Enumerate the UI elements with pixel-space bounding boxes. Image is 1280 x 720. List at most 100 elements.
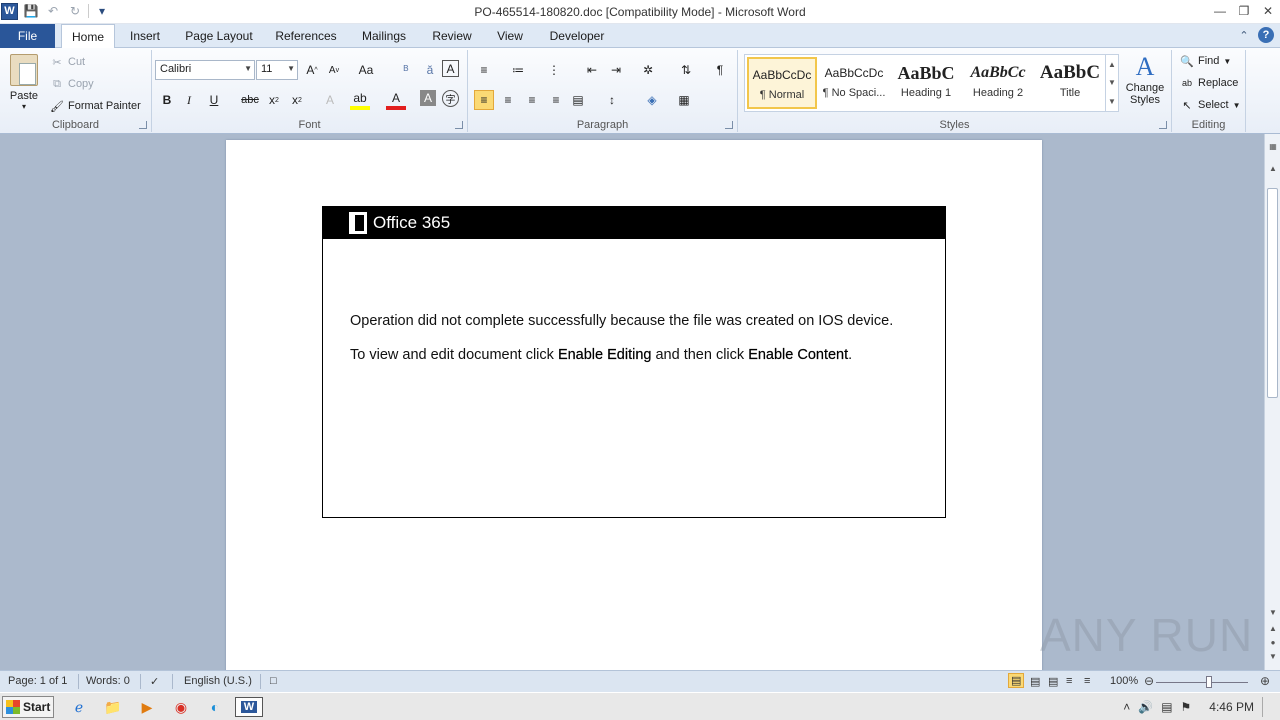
character-shading-icon[interactable]: A (420, 90, 436, 106)
bold-icon[interactable]: B (157, 90, 177, 110)
word-count[interactable]: Words: 0 (86, 675, 130, 687)
action-center-flag-icon[interactable]: ⚑ (1181, 700, 1192, 714)
help-icon[interactable]: ? (1258, 27, 1274, 43)
underline-icon[interactable]: U (204, 90, 224, 110)
style-title[interactable]: AaBbC Title (1035, 57, 1105, 109)
language-indicator[interactable]: English (U.S.) (184, 675, 252, 687)
minimize-ribbon-icon[interactable]: ⌃ (1236, 27, 1252, 43)
align-right-icon[interactable]: ≡ (522, 90, 542, 110)
internet-explorer-icon[interactable]: ℯ (68, 697, 90, 717)
clock[interactable]: 4:46 PM (1209, 700, 1254, 714)
show-desktop-button[interactable] (1262, 697, 1274, 717)
print-layout-view-icon[interactable]: ▤ (1008, 673, 1025, 688)
tab-mailings[interactable]: Mailings (354, 24, 414, 48)
distributed-icon[interactable]: ▤ (568, 90, 588, 110)
align-left-icon[interactable]: ≡ (474, 90, 494, 110)
macro-record-icon[interactable]: □ (270, 675, 277, 687)
character-border-icon[interactable]: A (442, 60, 459, 77)
tray-expand-icon[interactable]: ˄ (1123, 700, 1130, 714)
zoom-level[interactable]: 100% (1110, 675, 1138, 687)
superscript-icon[interactable]: x2 (287, 90, 307, 110)
change-case-icon[interactable]: Aa (356, 60, 376, 80)
enclose-characters-icon[interactable]: 字 (442, 90, 459, 107)
paste-button[interactable]: Paste ▾ (6, 52, 42, 111)
vertical-scrollbar[interactable]: ▦ ▲ ▼ ▲ ● ▼ (1264, 134, 1280, 670)
edge-icon[interactable]: ◐ (204, 697, 226, 717)
select-button[interactable]: ↖ Select ▼ (1180, 98, 1240, 112)
numbering-icon[interactable]: ≔ (508, 60, 528, 80)
strikethrough-icon[interactable]: abc (240, 90, 260, 110)
zoom-in-icon[interactable]: ⊕ (1260, 674, 1270, 688)
format-painter-button[interactable]: 🖌 Format Painter (50, 99, 141, 113)
decrease-indent-icon[interactable]: ⇤ (582, 60, 602, 80)
font-size-combo[interactable]: 11 ▼ (256, 60, 298, 80)
select-browse-object-icon[interactable]: ● (1265, 638, 1280, 647)
justify-icon[interactable]: ≡ (546, 90, 566, 110)
document-page[interactable]: Office 365 Operation did not complete su… (226, 140, 1042, 670)
styles-launcher-icon[interactable] (1159, 121, 1167, 129)
media-player-icon[interactable]: ▶ (136, 697, 158, 717)
clear-formatting-icon[interactable]: ᴮ (396, 60, 416, 80)
start-button[interactable]: Start (2, 696, 54, 718)
zoom-slider[interactable]: ⊖ ⊕ (1142, 674, 1270, 688)
web-layout-icon[interactable]: ▤ (1048, 675, 1058, 688)
page-count[interactable]: Page: 1 of 1 (8, 675, 67, 687)
scroll-down-icon[interactable]: ▼ (1265, 608, 1280, 617)
bullets-icon[interactable]: ≡ (474, 60, 494, 80)
tab-file[interactable]: File (0, 24, 55, 48)
font-launcher-icon[interactable] (455, 121, 463, 129)
show-formatting-marks-icon[interactable]: ¶ (710, 60, 730, 80)
full-screen-reading-icon[interactable]: ▤ (1030, 675, 1040, 688)
scroll-thumb[interactable] (1267, 188, 1278, 398)
tab-review[interactable]: Review (426, 24, 478, 48)
highlight-icon[interactable]: ab (350, 90, 370, 110)
network-icon[interactable]: ▤ (1161, 700, 1172, 714)
chrome-icon[interactable]: ◉ (170, 697, 192, 717)
zoom-knob[interactable] (1206, 676, 1212, 688)
tab-insert[interactable]: Insert (122, 24, 168, 48)
volume-icon[interactable]: 🔊 (1138, 700, 1153, 714)
gallery-down-icon[interactable]: ▼ (1108, 78, 1116, 87)
font-color-icon[interactable]: A (386, 90, 406, 110)
zoom-out-icon[interactable]: ⊖ (1144, 674, 1154, 688)
phonetic-guide-icon[interactable]: ă (420, 60, 440, 80)
change-styles-button[interactable]: A Change Styles (1122, 52, 1168, 106)
style-heading-1[interactable]: AaBbC Heading 1 (891, 57, 961, 109)
minimize-icon[interactable]: — (1208, 0, 1232, 22)
next-page-icon[interactable]: ▼ (1265, 652, 1280, 661)
line-spacing-icon[interactable]: ↕ (602, 90, 622, 110)
text-effects-icon[interactable]: A (320, 90, 340, 110)
word-taskbar-button[interactable]: W (235, 697, 263, 717)
sort-icon[interactable]: ⇅ (676, 60, 696, 80)
italic-icon[interactable]: I (179, 90, 199, 110)
asian-layout-icon[interactable]: ✲ (638, 60, 658, 80)
grow-font-icon[interactable]: A ^ (302, 60, 322, 80)
scroll-up-icon[interactable]: ▲ (1265, 164, 1280, 173)
style-no-spacing[interactable]: AaBbCcDc ¶ No Spaci... (819, 57, 889, 109)
replace-button[interactable]: ab Replace (1180, 76, 1238, 90)
gallery-up-icon[interactable]: ▲ (1108, 60, 1116, 69)
shading-icon[interactable]: ◈ (642, 90, 662, 110)
draft-view-icon[interactable]: ≡ (1084, 675, 1090, 687)
cut-button[interactable]: ✂ Cut (50, 55, 85, 69)
tab-view[interactable]: View (490, 24, 530, 48)
tab-page-layout[interactable]: Page Layout (180, 24, 258, 48)
multilevel-list-icon[interactable]: ⋮ (544, 60, 564, 80)
borders-icon[interactable]: ▦ (674, 90, 694, 110)
close-icon[interactable]: ✕ (1256, 0, 1280, 22)
ruler-toggle-icon[interactable]: ▦ (1265, 142, 1280, 151)
paragraph-launcher-icon[interactable] (725, 121, 733, 129)
outline-view-icon[interactable]: ≡ (1066, 675, 1072, 687)
shrink-font-icon[interactable]: Av (324, 60, 344, 80)
align-center-icon[interactable]: ≡ (498, 90, 518, 110)
file-explorer-icon[interactable]: 📁 (102, 697, 124, 717)
tab-references[interactable]: References (270, 24, 342, 48)
previous-page-icon[interactable]: ▲ (1265, 624, 1280, 633)
gallery-more-icon[interactable]: ▼ (1108, 97, 1116, 106)
subscript-icon[interactable]: x2 (264, 90, 284, 110)
increase-indent-icon[interactable]: ⇥ (606, 60, 626, 80)
font-name-combo[interactable]: Calibri ▼ (155, 60, 255, 80)
proofing-icon[interactable]: ✓ (150, 675, 159, 688)
find-button[interactable]: 🔍 Find ▼ (1180, 54, 1231, 68)
restore-icon[interactable]: ❐ (1232, 0, 1256, 22)
